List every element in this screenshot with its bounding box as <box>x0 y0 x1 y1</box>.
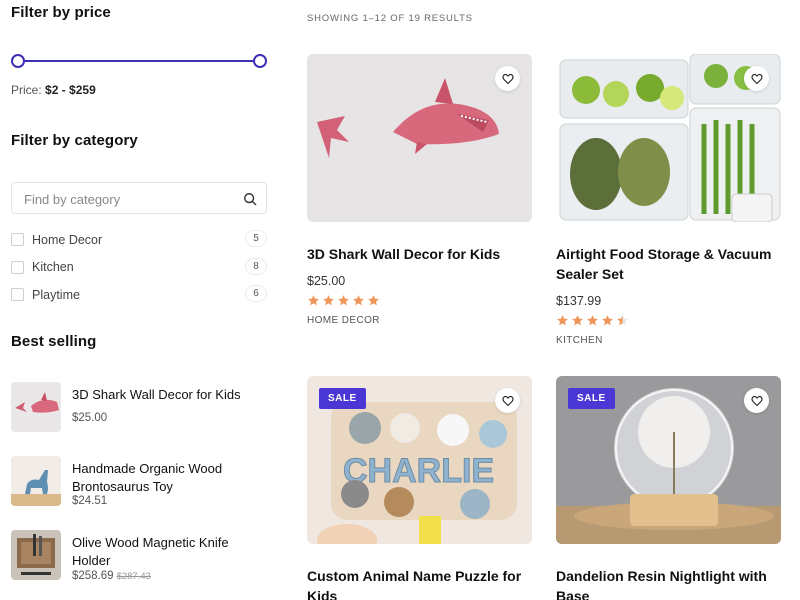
star-icon <box>338 295 349 306</box>
product-image[interactable]: SALE <box>556 376 781 544</box>
results-count: SHOWING 1–12 OF 19 RESULTS <box>307 13 473 24</box>
best-selling-item[interactable]: Handmade Organic Wood Brontosaurus Toy $… <box>11 454 267 528</box>
star-icon <box>572 315 583 326</box>
product-card[interactable]: 3D Shark Wall Decor for Kids $25.00 HOME… <box>307 54 532 326</box>
product-category[interactable]: KITCHEN <box>556 335 781 346</box>
category-search-input[interactable] <box>24 189 234 209</box>
product-thumbnail[interactable] <box>11 530 61 580</box>
product-name[interactable]: Dandelion Resin Nightlight with Base <box>556 566 781 600</box>
best-selling-title: Best selling <box>11 333 97 350</box>
price-filter-title: Filter by price <box>11 4 111 21</box>
price-range-slider[interactable] <box>11 54 267 68</box>
product-card[interactable]: SALE Dandelion Resin Nightlight with Bas… <box>556 376 781 600</box>
star-icon <box>587 315 598 326</box>
product-image[interactable] <box>556 54 781 222</box>
star-icon <box>323 295 334 306</box>
wishlist-button[interactable] <box>495 66 520 91</box>
current-price: $24.51 <box>72 495 108 507</box>
sale-badge: SALE <box>319 388 366 409</box>
category-checkbox[interactable] <box>11 288 24 302</box>
price-readout-range: $2 - $259 <box>45 83 96 97</box>
product-price: $137.99 <box>556 294 602 308</box>
product-thumbnail[interactable] <box>11 456 61 506</box>
sale-badge: SALE <box>568 388 615 409</box>
category-count: 5 <box>245 230 267 247</box>
star-icon <box>617 315 628 326</box>
product-card[interactable]: Airtight Food Storage & Vacuum Sealer Se… <box>556 54 781 346</box>
category-label: Playtime <box>32 287 80 302</box>
category-count: 8 <box>245 257 267 275</box>
category-item-kitchen[interactable]: Kitchen 8 <box>11 254 267 282</box>
price-readout-label: Price: <box>11 83 42 97</box>
slider-max-handle[interactable] <box>253 54 267 68</box>
svg-text:CHARLIE: CHARLIE <box>343 452 494 490</box>
best-selling-price: $25.00 <box>72 412 107 424</box>
heart-icon <box>750 73 763 84</box>
category-label: Home Decor <box>32 232 103 247</box>
best-selling-item[interactable]: Olive Wood Magnetic Knife Holder $258.69… <box>11 528 267 600</box>
product-name[interactable]: 3D Shark Wall Decor for Kids <box>307 244 532 264</box>
star-icon <box>557 315 568 326</box>
product-price: $25.00 <box>307 274 346 288</box>
category-item-home-decor[interactable]: Home Decor 5 <box>11 226 267 254</box>
category-list: Home Decor 5 Kitchen 8 Playtime 6 <box>11 226 267 309</box>
product-rating <box>307 294 532 307</box>
best-selling-item[interactable]: 3D Shark Wall Decor for Kids $25.00 <box>11 380 267 454</box>
slider-min-handle[interactable] <box>11 54 25 68</box>
category-checkbox[interactable] <box>11 260 24 274</box>
star-icon <box>602 315 613 326</box>
heart-icon <box>501 395 514 406</box>
wishlist-button[interactable] <box>495 388 520 413</box>
product-name[interactable]: Airtight Food Storage & Vacuum Sealer Se… <box>556 244 781 284</box>
best-selling-list: 3D Shark Wall Decor for Kids $25.00 Hand… <box>11 380 267 600</box>
original-price: $287.43 <box>116 571 151 582</box>
current-price: $258.69 <box>72 570 114 582</box>
slider-track <box>18 60 260 62</box>
product-card[interactable]: CHARLIE SALE Custom Animal Name Puzzle f… <box>307 376 532 600</box>
product-thumbnail[interactable] <box>11 382 61 432</box>
product-image[interactable] <box>307 54 532 222</box>
star-icon <box>308 295 319 306</box>
category-count: 6 <box>245 285 267 302</box>
category-search <box>11 182 267 214</box>
product-category[interactable]: HOME DECOR <box>307 315 532 326</box>
star-icon <box>368 295 379 306</box>
category-item-playtime[interactable]: Playtime 6 <box>11 281 267 309</box>
wishlist-button[interactable] <box>744 388 769 413</box>
category-filter-title: Filter by category <box>11 132 138 149</box>
wishlist-button[interactable] <box>744 66 769 91</box>
heart-icon <box>750 395 763 406</box>
best-selling-name[interactable]: Handmade Organic Wood Brontosaurus Toy <box>72 460 267 496</box>
heart-icon <box>501 73 514 84</box>
best-selling-name[interactable]: 3D Shark Wall Decor for Kids <box>72 386 267 404</box>
search-icon[interactable] <box>243 192 257 206</box>
best-selling-price: $258.69 $287.43 <box>72 570 151 582</box>
product-rating <box>556 314 781 327</box>
price-readout: Price: $2 - $259 <box>11 83 96 97</box>
category-checkbox[interactable] <box>11 233 24 247</box>
current-price: $25.00 <box>72 412 108 424</box>
star-icon <box>353 295 364 306</box>
best-selling-price: $24.51 <box>72 495 107 507</box>
product-image[interactable]: CHARLIE SALE <box>307 376 532 544</box>
best-selling-name[interactable]: Olive Wood Magnetic Knife Holder <box>72 534 267 570</box>
product-name[interactable]: Custom Animal Name Puzzle for Kids <box>307 566 532 600</box>
category-label: Kitchen <box>32 260 74 275</box>
